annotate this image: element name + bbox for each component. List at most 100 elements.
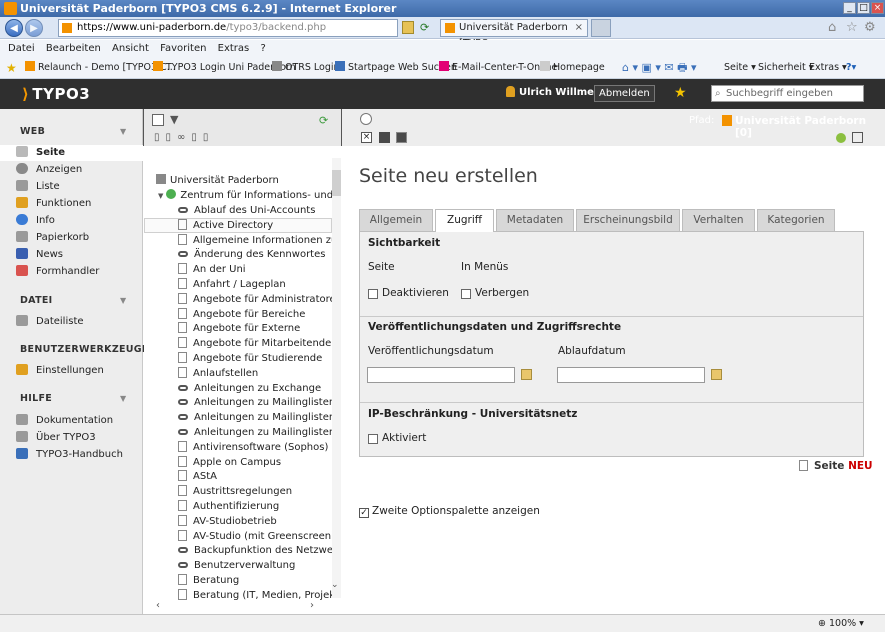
tree-scroll-left-icon[interactable]: ‹ (156, 600, 160, 611)
back-button[interactable]: ◀ (5, 19, 23, 37)
close-window-button[interactable]: × (871, 2, 884, 14)
tree-page[interactable]: Angebote für Bereiche (178, 307, 341, 322)
group-benutzerwerkzeuge[interactable]: BENUTZERWERKZEUGE (20, 344, 149, 355)
forward-button[interactable]: ▶ (25, 19, 43, 37)
new-page-icon[interactable] (152, 114, 164, 126)
fav-homepage[interactable]: Homepage (540, 57, 605, 79)
module-einstellungen[interactable]: Einstellungen (16, 364, 104, 378)
tree-page[interactable]: Allgemeine Informationen zum (178, 233, 341, 248)
expand-toggle-icon[interactable]: ▼ (158, 192, 163, 200)
favorites-icon[interactable]: ★ (6, 57, 17, 79)
endtime-input[interactable] (557, 367, 705, 383)
tree-root[interactable]: Universität Paderborn (156, 173, 341, 188)
tab-allgemein[interactable]: Allgemein (359, 209, 433, 231)
tab-verhalten[interactable]: Verhalten (682, 209, 755, 231)
module-news[interactable]: News (16, 248, 63, 262)
tree-page[interactable]: Beratung (IT, Medien, Projekte (178, 588, 341, 603)
tree-page[interactable]: An der Uni (178, 262, 341, 277)
fav-otrs[interactable]: OTRS Login (272, 57, 340, 79)
tree-page[interactable]: Anleitungen zu Exchange (178, 381, 341, 396)
tree-page[interactable]: Anleitungen zu Mailinglisten fü (178, 425, 341, 440)
tree-scroll-thumb[interactable] (332, 170, 341, 196)
help-icon[interactable]: ?▾ (846, 57, 856, 79)
tree-page[interactable]: Benutzerverwaltung (178, 558, 341, 573)
open-new-window-icon[interactable] (852, 132, 863, 143)
module-formhandler[interactable]: Formhandler (16, 265, 99, 279)
close-tab-icon[interactable]: × (575, 20, 583, 36)
tree-page[interactable]: Anfahrt / Lageplan (178, 277, 341, 292)
tree-page[interactable]: Backupfunktion des Netzwerks (178, 543, 341, 558)
group-web[interactable]: WEB (20, 126, 45, 137)
save-close-icon[interactable] (396, 132, 407, 143)
menu-datei[interactable]: Datei (8, 43, 35, 54)
collapse-datei-icon[interactable]: ▼ (120, 296, 126, 305)
tree-scroll-down-icon[interactable]: ⌄ (331, 580, 339, 590)
page-type-icons[interactable]: ▯▯∞▯▯ (154, 132, 214, 143)
menu-help[interactable]: ? (260, 43, 265, 54)
module-dateiliste[interactable]: Dateiliste (16, 315, 84, 329)
new-tab-button[interactable] (591, 19, 611, 37)
search-input[interactable]: ⌕ Suchbegriff eingeben (711, 85, 864, 102)
menu-extras[interactable]: Extras (218, 43, 250, 54)
tab-erscheinungsbild[interactable]: Erscheinungsbild (576, 209, 680, 231)
checkbox-aktiviert[interactable] (368, 434, 378, 444)
tree-page[interactable]: AV-Studio (mit Greenscreen) (178, 529, 341, 544)
tree-page[interactable]: Änderung des Kennwortes (178, 247, 341, 262)
calendar-start-icon[interactable] (521, 369, 532, 380)
tree-page[interactable]: ▸Angebote für Externe (178, 321, 341, 336)
tree-page[interactable]: Apple on Campus (178, 455, 341, 470)
module-anzeigen[interactable]: Anzeigen (16, 163, 82, 177)
lock-icon[interactable] (402, 21, 414, 34)
context-help-icon[interactable] (360, 113, 372, 125)
menu-ansicht[interactable]: Ansicht (112, 43, 149, 54)
tree-page[interactable]: Austrittsregelungen (178, 484, 341, 499)
settings-gear-icon[interactable]: ⚙ (864, 20, 876, 35)
toolbar-extras[interactable]: Extras ▾ (809, 57, 847, 79)
minimize-button[interactable]: _ (843, 2, 856, 14)
filter-icon[interactable]: ▼ (170, 113, 178, 126)
group-hilfe[interactable]: HILFE (20, 393, 52, 404)
tree-page[interactable]: Anleitungen zu Mailinglisten (178, 395, 341, 410)
group-datei[interactable]: DATEI (20, 295, 53, 306)
module-funktionen[interactable]: Funktionen (16, 197, 91, 211)
bookmark-star-icon[interactable]: ★ (674, 85, 687, 101)
home-icon[interactable]: ⌂ (828, 20, 836, 35)
add-icon[interactable] (836, 133, 846, 143)
checkbox-deaktivieren[interactable] (368, 289, 378, 299)
tree-vertical-scrollbar[interactable] (332, 158, 341, 598)
toolbar-sicherheit[interactable]: Sicherheit ▾ (758, 57, 814, 79)
menu-bearbeiten[interactable]: Bearbeiten (46, 43, 101, 54)
module-ueber-typo3[interactable]: Über TYPO3 (16, 431, 96, 445)
tree-page[interactable]: Antivirensoftware (Sophos) (178, 440, 341, 455)
tree-page[interactable]: Angebote für Administratoren (178, 292, 341, 307)
username[interactable]: Ulrich Willmes (519, 87, 600, 98)
tab-metadaten[interactable]: Metadaten (496, 209, 574, 231)
tree-page[interactable]: Angebote für Mitarbeitende (178, 336, 341, 351)
module-liste[interactable]: Liste (16, 180, 60, 194)
save-icon[interactable] (379, 132, 390, 143)
tree-page[interactable]: Angebote für Studierende (178, 351, 341, 366)
favorites-star-icon[interactable]: ☆ (846, 20, 858, 35)
tree-page[interactable]: Anlaufstellen (178, 366, 341, 381)
module-dokumentation[interactable]: Dokumentation (16, 414, 113, 428)
module-info[interactable]: Info (16, 214, 55, 228)
checkbox-second-palette[interactable]: ✓ (359, 508, 369, 518)
browser-tab[interactable]: Universität Paderborn [TYPO... × (440, 19, 588, 49)
tree-zim[interactable]: ▼ Zentrum für Informations- und M (158, 188, 341, 203)
collapse-hilfe-icon[interactable]: ▼ (120, 394, 126, 403)
maximize-button[interactable]: □ (857, 2, 870, 14)
zoom-control[interactable]: ⊕ 100% ▾ (818, 618, 864, 629)
url-field[interactable]: https://www.uni-paderborn.de/typo3/backe… (58, 19, 398, 37)
typo3-logo[interactable]: ⟩ TYPO3 (22, 85, 90, 103)
calendar-end-icon[interactable] (711, 369, 722, 380)
collapse-web-icon[interactable]: ▼ (120, 127, 126, 136)
checkbox-verbergen[interactable] (461, 289, 471, 299)
tree-page[interactable]: AV-Studiobetrieb (178, 514, 341, 529)
tab-zugriff[interactable]: Zugriff (435, 209, 494, 232)
logout-button[interactable]: Abmelden (594, 85, 655, 102)
tab-kategorien[interactable]: Kategorien (757, 209, 835, 231)
module-seite[interactable]: Seite (16, 146, 65, 160)
refresh-icon[interactable]: ⟳ (420, 21, 429, 34)
toolbar-icons[interactable]: ⌂ ▾ ▣ ▾ ✉ 🖶 ▾ (622, 57, 697, 79)
module-handbuch[interactable]: TYPO3-Handbuch (16, 448, 123, 462)
